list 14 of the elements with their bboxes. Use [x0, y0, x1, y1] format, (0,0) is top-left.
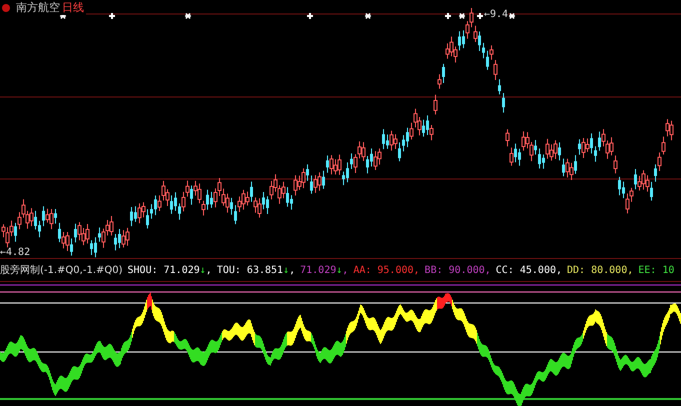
- low-price-label: ←4.82: [0, 247, 30, 258]
- period-label: 日线: [62, 0, 84, 15]
- indicator-value: AA: 95.000,: [353, 264, 420, 276]
- indicator-value: TOU: 63.851↓,: [216, 264, 296, 276]
- peak-price-label: ←9.4: [484, 9, 508, 20]
- indicator-value: EE: 10: [638, 264, 674, 276]
- status-icon: [2, 4, 10, 12]
- indicator-name: 股旁网制(-1.#Q0,-1.#Q0): [0, 264, 123, 277]
- indicator-value: DD: 80.000,: [567, 264, 634, 276]
- indicator-value: CC: 45.000,: [496, 264, 562, 276]
- indicator-value: SHOU: 71.029↓,: [128, 264, 212, 276]
- stock-name: 南方航空: [16, 0, 60, 15]
- indicator-value: 71.029↓,: [300, 264, 348, 276]
- indicator-value: BB: 90.000,: [424, 264, 491, 276]
